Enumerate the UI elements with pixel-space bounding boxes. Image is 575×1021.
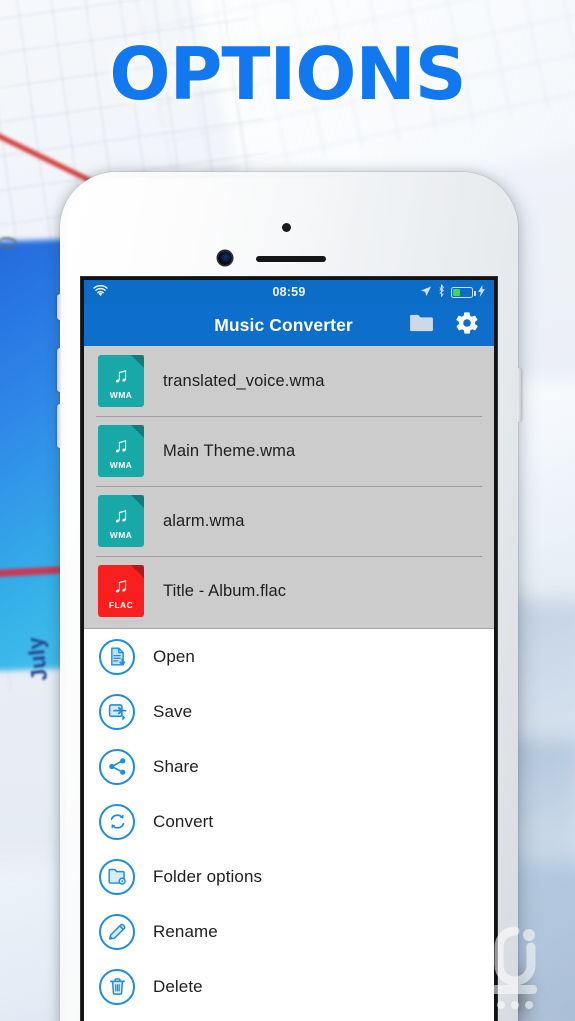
audio-file-icon: ♫ WMA [98, 355, 144, 407]
menu-item-delete[interactable]: Delete [84, 959, 494, 1014]
file-extension-badge: WMA [109, 459, 133, 470]
charging-bolt-icon [478, 284, 485, 300]
music-note-icon: ♫ [113, 503, 129, 527]
gear-icon[interactable] [454, 310, 480, 341]
screenshot-root: 0 July OPTIONS 08:59 Music Converter ♫ W… [0, 0, 575, 1021]
pencil-icon [99, 913, 135, 950]
menu-item-share[interactable]: Share [84, 739, 494, 794]
silent-switch[interactable] [57, 294, 61, 320]
menu-item-rename[interactable]: Rename [84, 904, 494, 959]
file-list-item[interactable]: ♫ WMA translated_voice.wma [84, 346, 494, 416]
file-list-item[interactable]: ♫ WMA Main Theme.wma [84, 416, 494, 486]
background-july-label: July [22, 635, 53, 683]
menu-item-label: Save [153, 701, 193, 721]
menu-item-folder-options[interactable]: Folder options [84, 849, 494, 904]
folder-icon[interactable] [409, 312, 434, 338]
proximity-sensor [282, 223, 291, 232]
file-list-item[interactable]: ♫ FLAC Title - Album.flac [84, 556, 494, 626]
audio-file-icon: ♫ WMA [98, 495, 144, 547]
music-note-icon: ♫ [113, 573, 129, 597]
menu-item-label: Folder options [153, 866, 263, 886]
phone-mockup: 08:59 Music Converter ♫ WMA translated_v… [57, 172, 521, 1021]
share-nodes-icon [99, 748, 135, 785]
menu-item-open[interactable]: Open [84, 629, 494, 684]
app-title: Music Converter [214, 314, 353, 335]
earpiece-speaker [256, 256, 326, 262]
folder-settings-icon [99, 858, 135, 895]
file-list: ♫ WMA translated_voice.wma ♫ WMA Main Th… [84, 346, 494, 628]
file-name: Main Theme.wma [163, 441, 296, 460]
volume-up-button[interactable] [57, 348, 61, 392]
audio-file-icon: ♫ WMA [98, 425, 144, 477]
menu-item-convert[interactable]: Convert [84, 794, 494, 849]
menu-item-label: Share [153, 756, 199, 776]
location-arrow-icon [420, 285, 432, 300]
file-icon-fold [131, 425, 144, 438]
menu-item-label: Open [153, 646, 195, 666]
headline-title: OPTIONS [109, 32, 466, 116]
front-camera [218, 251, 232, 265]
file-extension-badge: FLAC [108, 599, 134, 610]
menu-item-save[interactable]: Save [84, 684, 494, 739]
document-download-icon [99, 638, 135, 675]
file-name: alarm.wma [163, 511, 245, 530]
save-arrow-icon [99, 693, 135, 730]
file-extension-badge: WMA [109, 529, 133, 540]
menu-item-label: Delete [153, 976, 203, 996]
music-note-icon: ♫ [113, 433, 129, 457]
file-list-item[interactable]: ♫ WMA alarm.wma [84, 486, 494, 556]
battery-icon [451, 286, 476, 298]
audio-file-icon: ♫ FLAC [98, 565, 144, 617]
menu-item-label: Rename [153, 921, 218, 941]
status-bar: 08:59 [84, 280, 494, 304]
app-nav-bar: Music Converter [84, 304, 494, 346]
file-extension-badge: WMA [109, 389, 133, 400]
file-icon-fold [131, 355, 144, 368]
volume-down-button[interactable] [57, 404, 61, 448]
status-bar-right [420, 284, 485, 300]
file-icon-fold [131, 565, 144, 578]
file-name: translated_voice.wma [163, 371, 325, 390]
music-note-icon: ♫ [113, 363, 129, 387]
trash-icon [99, 968, 135, 1005]
file-icon-fold [131, 495, 144, 508]
nav-actions [409, 310, 480, 341]
convert-refresh-icon [99, 803, 135, 840]
power-button[interactable] [517, 368, 521, 422]
menu-item-label: Convert [153, 811, 214, 831]
bluetooth-icon [437, 284, 446, 300]
options-action-sheet: Open Save Share Convert Folder options R… [84, 628, 494, 1021]
battery-level-fill [453, 288, 460, 296]
phone-screen: 08:59 Music Converter ♫ WMA translated_v… [84, 280, 494, 1021]
file-name: Title - Album.flac [163, 581, 287, 600]
